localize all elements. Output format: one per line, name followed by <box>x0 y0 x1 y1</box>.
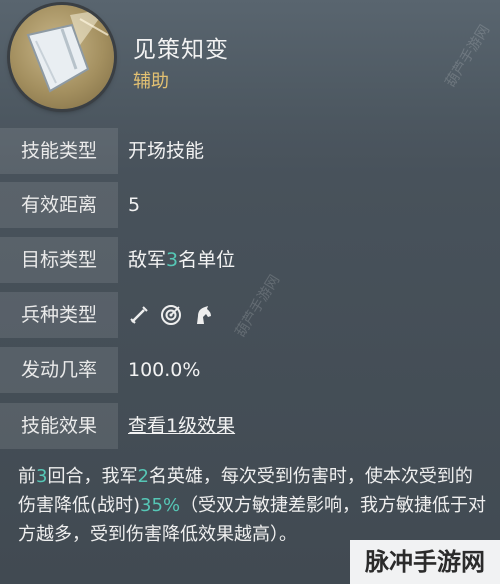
row-label: 发动几率 <box>0 347 118 393</box>
row-target-type: 目标类型 敌军3名单位 <box>0 237 500 283</box>
sword-icon <box>128 304 150 326</box>
row-value: 100.0% <box>128 359 201 381</box>
desc-rounds: 3 <box>36 466 48 487</box>
desc-reduction-pct: 35% <box>140 495 181 516</box>
row-troop-type: 兵种类型 <box>0 292 500 338</box>
troop-icons <box>128 292 214 338</box>
shield-icon <box>10 5 114 109</box>
row-label: 技能类型 <box>0 128 118 174</box>
row-label: 有效距离 <box>0 182 118 228</box>
row-value: 开场技能 <box>128 140 205 162</box>
desc-text: 回合，我军 <box>47 466 138 487</box>
view-level-effect-link[interactable]: 查看1级效果 <box>128 403 235 449</box>
horse-head-icon <box>192 304 214 326</box>
desc-text: 前 <box>18 466 36 487</box>
skill-card: 见策知变 辅助 葫芦手游网 葫芦手游网 技能类型 开场技能 有效距离 5 目标类… <box>0 0 500 584</box>
row-label: 兵种类型 <box>0 292 118 338</box>
row-skill-effect: 技能效果 查看1级效果 <box>0 403 500 449</box>
row-value: 5 <box>128 194 141 216</box>
desc-hero-count: 2 <box>137 466 149 487</box>
skill-tag: 辅助 <box>133 71 169 92</box>
row-trigger-rate: 发动几率 100.0% <box>0 347 500 393</box>
skill-description: 前3回合，我军2名英雄，每次受到伤害时，使本次受到的伤害降低(战时)35%（受双… <box>18 462 488 549</box>
row-value: 敌军3名单位 <box>128 237 235 283</box>
target-count: 3 <box>166 249 179 271</box>
skill-header: 见策知变 辅助 <box>0 0 500 120</box>
row-label: 目标类型 <box>0 237 118 283</box>
row-label: 技能效果 <box>0 403 118 449</box>
row-effective-range: 有效距离 5 <box>0 182 500 228</box>
target-suffix: 名单位 <box>178 249 236 271</box>
target-prefix: 敌军 <box>128 249 167 271</box>
watermark-corner: 脉冲手游网 <box>350 540 500 584</box>
bow-target-icon <box>160 304 182 326</box>
row-skill-type: 技能类型 开场技能 <box>0 128 500 174</box>
skill-name: 见策知变 <box>133 37 229 63</box>
